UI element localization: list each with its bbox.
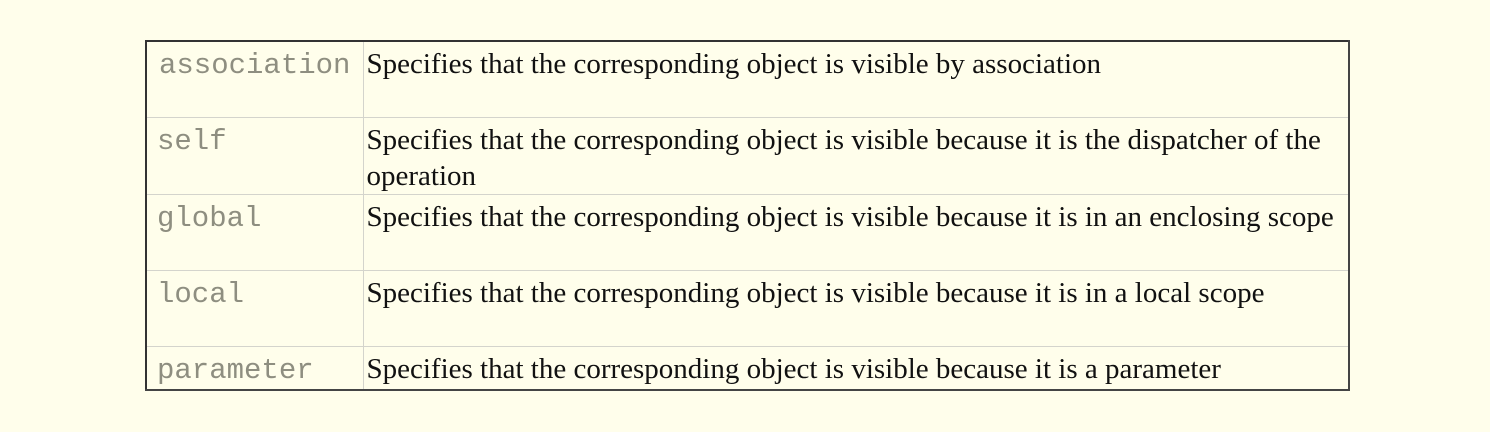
term-text: local [157,277,245,311]
definition-cell: Specifies that the corresponding object … [362,40,1350,118]
definition-cell: Specifies that the corresponding object … [362,345,1350,390]
table-row: local Specifies that the corresponding o… [145,269,1350,347]
term-cell: association [145,40,364,118]
table-row: self Specifies that the corresponding ob… [145,116,1350,195]
definition-cell: Specifies that the corresponding object … [362,193,1350,271]
table-row: parameter Specifies that the correspondi… [145,345,1350,390]
table-row: global Specifies that the corresponding … [145,193,1350,271]
term-cell: self [145,116,364,195]
definitions-table: association Specifies that the correspon… [145,40,1350,391]
term-text: global [157,201,262,235]
term-cell: global [145,193,364,271]
term-text: self [157,124,227,158]
term-cell: local [145,269,364,347]
table-row: association Specifies that the correspon… [145,40,1350,118]
term-text: parameter [157,353,314,387]
term-cell: parameter [145,345,364,390]
definition-cell: Specifies that the corresponding object … [362,116,1350,195]
definition-cell: Specifies that the corresponding object … [362,269,1350,347]
term-text: association [159,49,351,82]
